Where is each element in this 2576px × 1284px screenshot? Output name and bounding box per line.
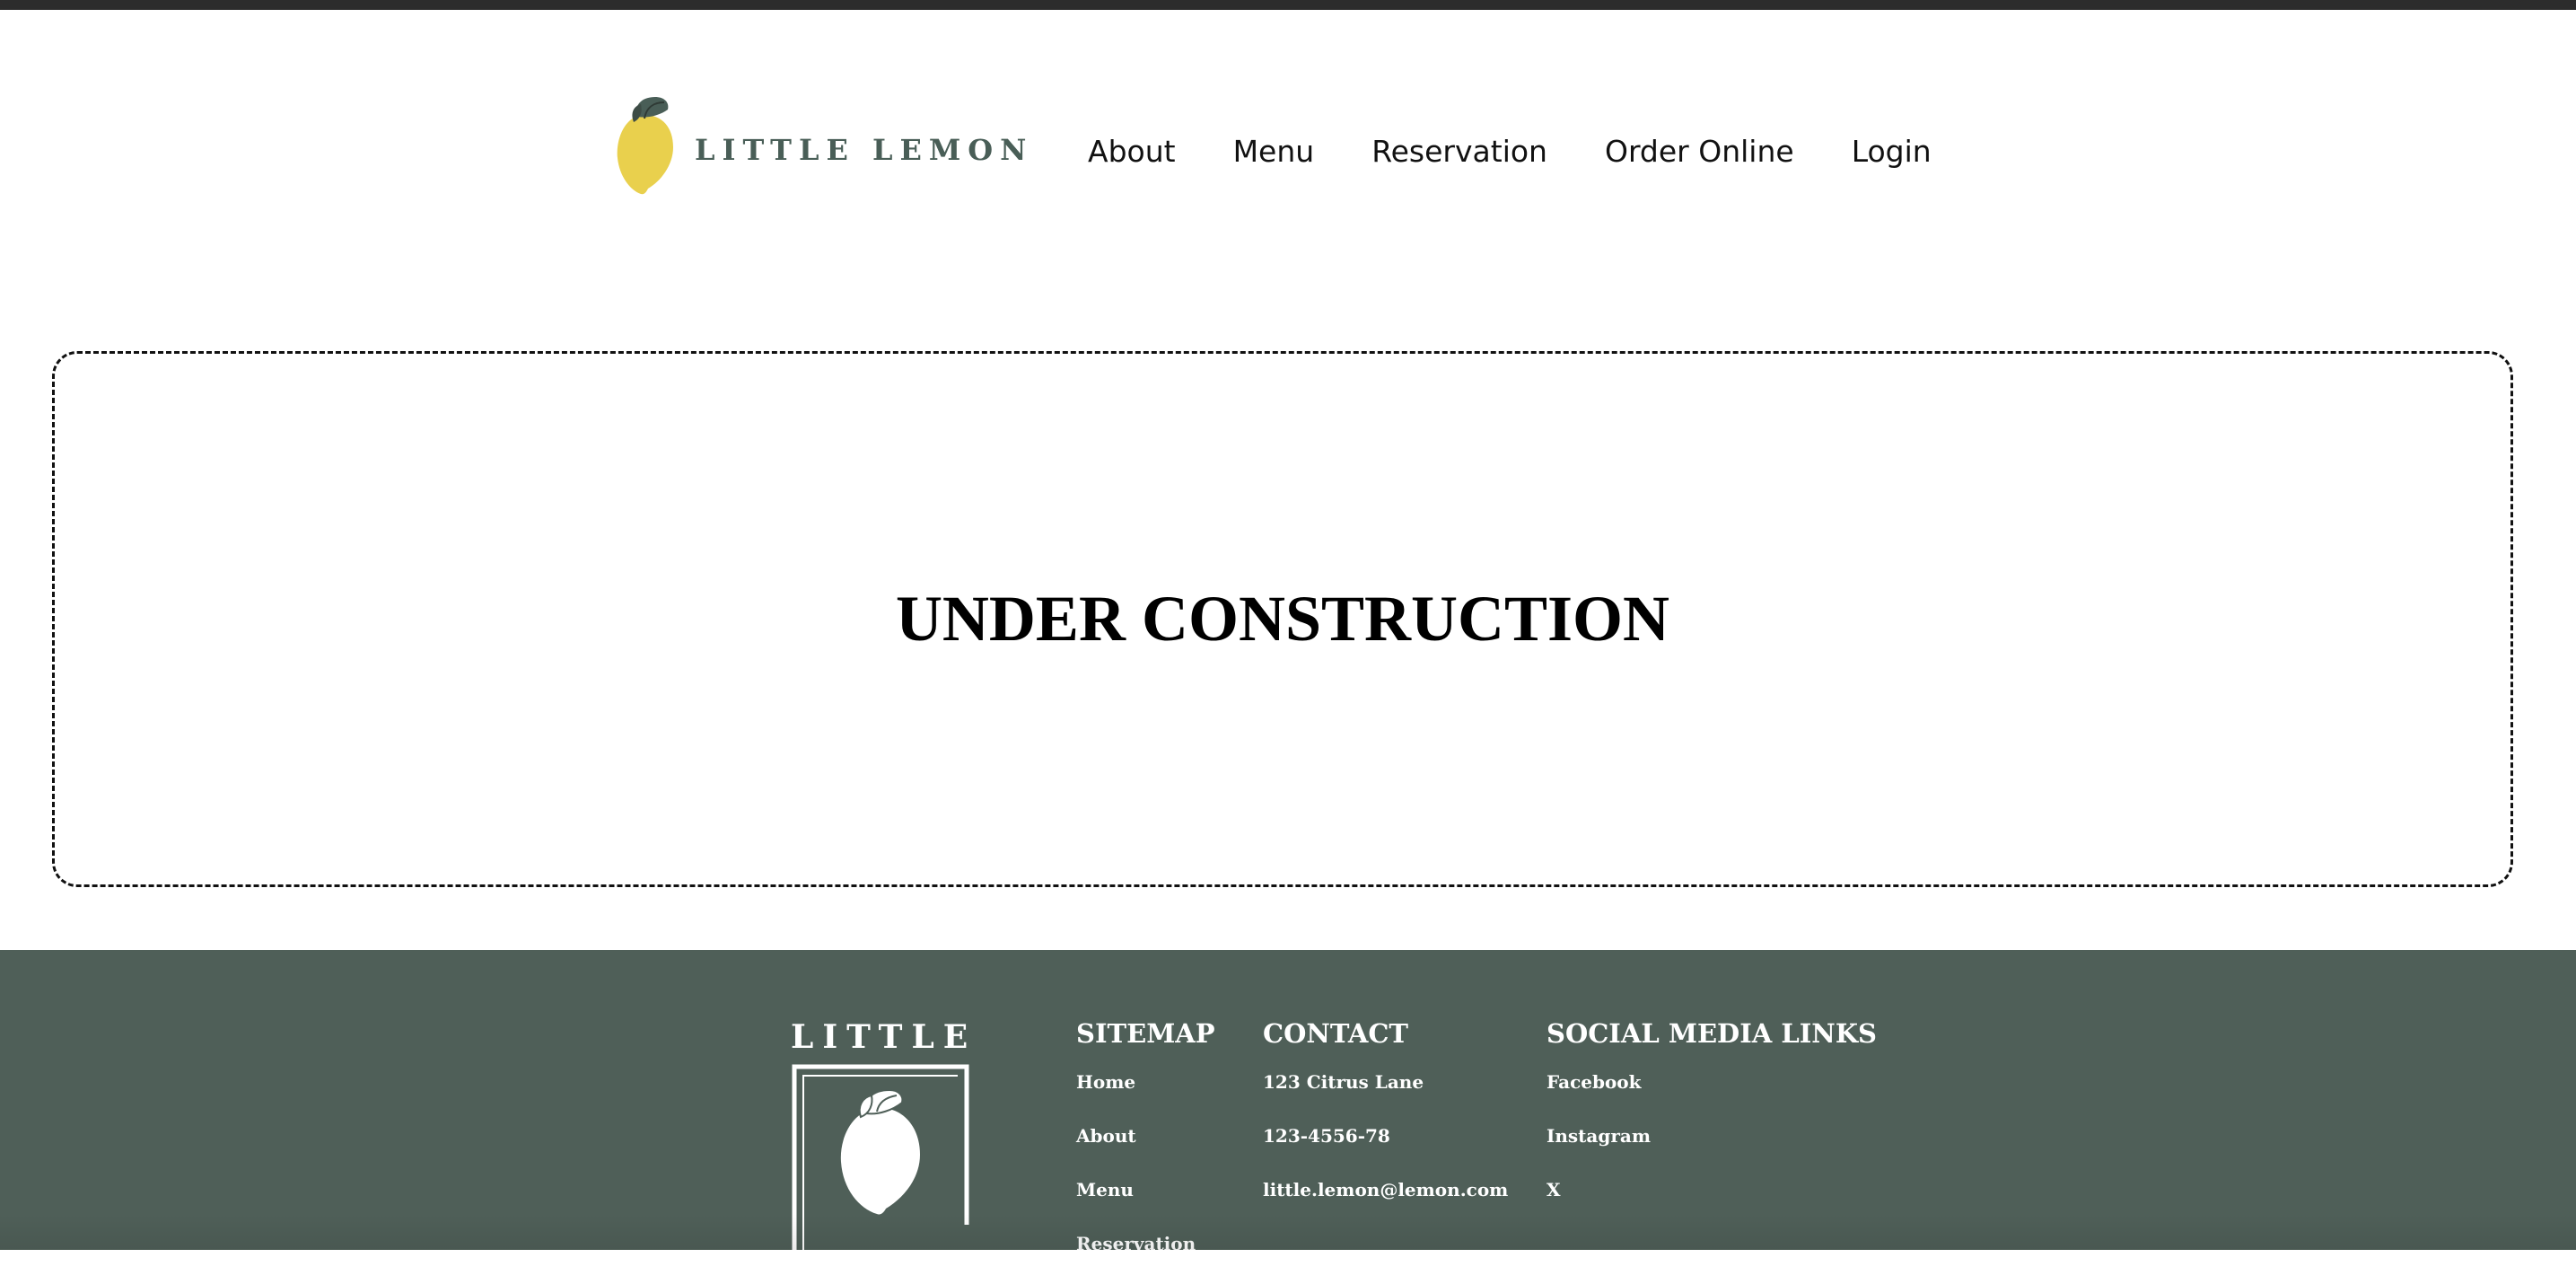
under-construction-panel: UNDER CONSTRUCTION [52, 351, 2513, 887]
contact-phone[interactable]: 123-4556-78 [1263, 1122, 1508, 1176]
social-link-x[interactable]: X [1546, 1176, 1877, 1230]
top-bar [0, 0, 2576, 10]
lemon-icon [617, 97, 673, 195]
footer-contact: CONTACT 123 Citrus Lane 123-4556-78 litt… [1263, 1018, 1508, 1230]
nav-item-reservation[interactable]: Reservation [1371, 134, 1547, 169]
sitemap-link-home[interactable]: Home [1076, 1069, 1215, 1122]
nav-item-menu[interactable]: Menu [1233, 134, 1315, 169]
logo-text: LITTLE LEMON [695, 133, 1034, 167]
contact-title: CONTACT [1263, 1018, 1409, 1049]
footer-logo-text: LITTLE [791, 1018, 977, 1056]
site-logo[interactable]: LITTLE LEMON [614, 95, 1026, 196]
sitemap-link-reservation[interactable]: Reservation [1076, 1230, 1215, 1284]
footer-sitemap: SITEMAP Home About Menu Reservation [1076, 1018, 1215, 1284]
lemon-outline-icon [792, 1064, 969, 1261]
contact-address: 123 Citrus Lane [1263, 1071, 1424, 1093]
nav-item-order-online[interactable]: Order Online [1605, 134, 1794, 169]
social-link-instagram[interactable]: Instagram [1546, 1122, 1877, 1176]
page-title: UNDER CONSTRUCTION [895, 583, 1670, 655]
social-link-facebook[interactable]: Facebook [1546, 1069, 1877, 1122]
main-nav: About Menu Reservation Order Online Logi… [1088, 129, 1932, 172]
footer-logo[interactable]: LITTLE [791, 1018, 970, 1261]
nav-item-about[interactable]: About [1088, 134, 1176, 169]
sitemap-link-about[interactable]: About [1076, 1122, 1215, 1176]
contact-email[interactable]: little.lemon@lemon.com [1263, 1176, 1508, 1230]
site-footer: LITTLE SITEMAP Home About Menu Reservati… [0, 950, 2576, 1261]
nav-item-login[interactable]: Login [1852, 134, 1932, 169]
social-title: SOCIAL MEDIA LINKS [1546, 1018, 1877, 1049]
sitemap-link-menu[interactable]: Menu [1076, 1176, 1215, 1230]
footer-social: SOCIAL MEDIA LINKS Facebook Instagram X [1546, 1018, 1877, 1230]
sitemap-title: SITEMAP [1076, 1018, 1215, 1049]
